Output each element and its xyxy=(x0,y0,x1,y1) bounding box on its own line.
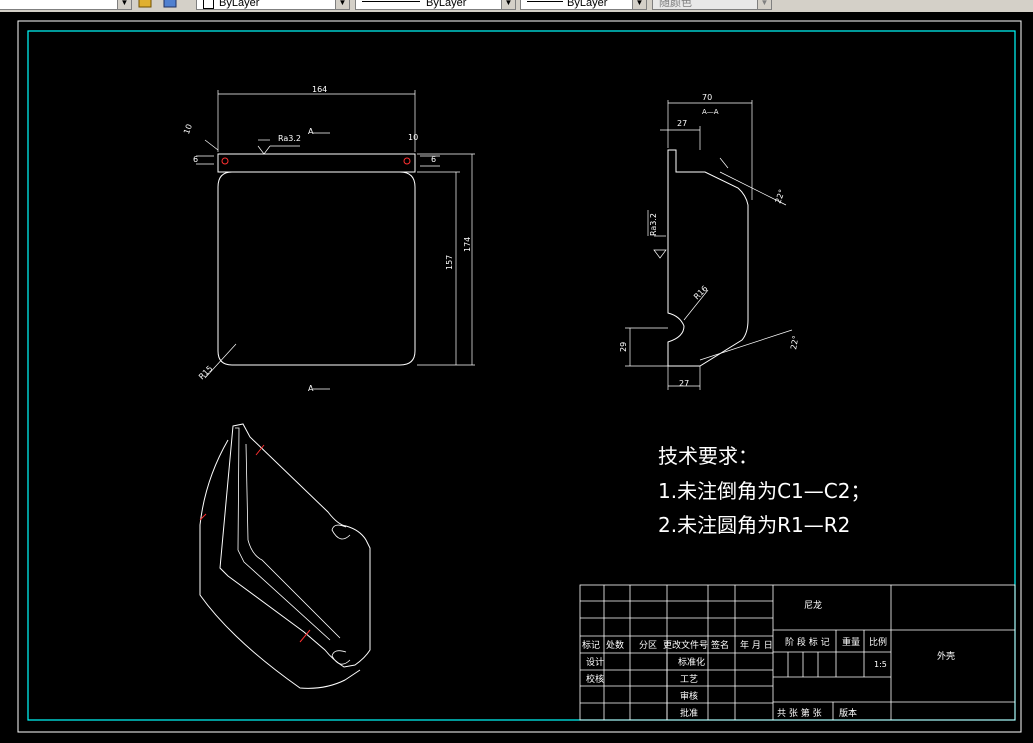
iso-body-outline xyxy=(219,423,371,668)
section-top-lip-label: 27 xyxy=(677,119,687,128)
section-angle-top-label: 22° xyxy=(773,188,786,204)
row-standard-label: 标准化 xyxy=(678,656,705,668)
ratio-label: 比例 xyxy=(869,636,887,648)
col-count-label: 处数 xyxy=(606,639,624,651)
plotstyle-control-dropdown[interactable]: 随颜色 ▼ xyxy=(652,0,772,10)
row-design-label: 设计 xyxy=(586,656,604,668)
isometric-view xyxy=(199,423,371,689)
dim-small-a-label: 6 xyxy=(193,155,198,164)
front-view-labels: 164 10 10 6 6 157 174 R15 Ra3.2 A A xyxy=(182,85,472,393)
title-block-labels: 尼龙 外壳 1:5 标记 处数 分区 更改文件号 签名 年 月 日 设计 校核 … xyxy=(582,599,955,719)
section-view-labels: 70 A—A 27 27 29 R16 22° 22° Ra3.2 xyxy=(619,93,800,388)
col-change-doc-label: 更改文件号 xyxy=(663,639,708,651)
front-body-outline xyxy=(217,171,416,366)
version-label: 版本 xyxy=(839,707,857,719)
section-width-label: 70 xyxy=(702,93,712,102)
tech-req-line2: 2.未注圆角为R1—R2 xyxy=(658,513,850,537)
section-angle-bottom-label: 22° xyxy=(789,335,800,351)
section-view xyxy=(625,100,793,390)
drawing-svg[interactable]: 164 10 10 6 6 157 174 R15 Ra3.2 A A 70 A… xyxy=(0,12,1033,739)
dim-width-label: 164 xyxy=(312,85,327,94)
col-zone-label: 分区 xyxy=(639,640,657,651)
chevron-down-icon[interactable]: ▼ xyxy=(501,0,515,9)
tech-req-line1: 1.未注倒角为C1—C2； xyxy=(658,479,870,503)
linetype-control-dropdown[interactable]: ByLayer ▼ xyxy=(355,0,516,10)
col-date-label: 年 月 日 xyxy=(740,639,773,651)
dim-small-b-label: 6 xyxy=(431,155,436,164)
section-title-label: A—A xyxy=(702,108,719,116)
dim-height-inner-label: 157 xyxy=(445,255,454,270)
color-control-dropdown[interactable]: ByLayer ▼ xyxy=(196,0,350,10)
layer-icon[interactable] xyxy=(138,0,152,9)
material-label: 尼龙 xyxy=(804,599,822,611)
section-mark-bottom: A xyxy=(308,384,314,393)
col-signature-label: 签名 xyxy=(711,639,729,651)
part-name-label: 外壳 xyxy=(937,650,955,662)
prev-dropdown[interactable]: ▼ xyxy=(0,0,132,10)
scale-label: 1:5 xyxy=(874,660,887,669)
tech-requirements: 技术要求： 1.未注倒角为C1—C2； 2.未注圆角为R1—R2 xyxy=(658,444,870,537)
chevron-down-icon[interactable]: ▼ xyxy=(632,0,646,9)
linetype-control-value: ByLayer xyxy=(426,0,467,9)
lineweight-sample-icon xyxy=(527,1,563,2)
section-profile xyxy=(667,149,749,367)
front-view xyxy=(196,90,475,390)
chevron-down-icon[interactable]: ▼ xyxy=(117,0,131,9)
stage-mark-label: 阶 段 标 记 xyxy=(785,636,830,648)
layer-stack-icon[interactable] xyxy=(163,0,177,9)
color-control-value: ByLayer xyxy=(219,0,260,9)
sheets-label: 共 张 第 张 xyxy=(777,707,822,719)
outer-border xyxy=(17,20,1022,733)
mount-hole-left xyxy=(221,157,229,165)
dim-height-outer-label: 174 xyxy=(463,237,472,252)
chevron-down-icon[interactable]: ▼ xyxy=(757,0,771,9)
linetype-sample-icon xyxy=(362,1,420,2)
row-review-label: 审核 xyxy=(680,690,698,702)
section-radius-label: R16 xyxy=(692,284,710,302)
color-swatch-icon xyxy=(203,0,214,9)
plotstyle-control-value: 随颜色 xyxy=(659,0,692,9)
row-approve-label: 批准 xyxy=(680,707,698,719)
lineweight-control-value: ByLayer xyxy=(567,0,608,9)
front-top-flange xyxy=(217,153,416,173)
radius-corner-label: R15 xyxy=(197,364,215,382)
tech-req-heading: 技术要求： xyxy=(658,444,758,468)
mount-hole-right xyxy=(403,157,411,165)
lineweight-control-dropdown[interactable]: ByLayer ▼ xyxy=(520,0,647,10)
section-roughness-label: Ra3.2 xyxy=(649,213,658,236)
roughness-label: Ra3.2 xyxy=(278,134,301,143)
weight-label: 重量 xyxy=(842,636,860,648)
dim-hole-offset-right-label: 10 xyxy=(408,133,418,142)
row-check-label: 校核 xyxy=(586,673,604,685)
chevron-down-icon[interactable]: ▼ xyxy=(335,0,349,9)
section-mark-top: A xyxy=(308,127,314,136)
section-notch-label: 29 xyxy=(619,342,628,352)
drawing-frame xyxy=(27,30,1016,721)
row-process-label: 工艺 xyxy=(680,674,698,685)
col-mark-label: 标记 xyxy=(582,639,600,651)
drawing-canvas[interactable]: 164 10 10 6 6 157 174 R15 Ra3.2 A A 70 A… xyxy=(0,12,1033,739)
section-bottom-label: 27 xyxy=(679,379,689,388)
dim-hole-offset-label: 10 xyxy=(182,123,194,136)
